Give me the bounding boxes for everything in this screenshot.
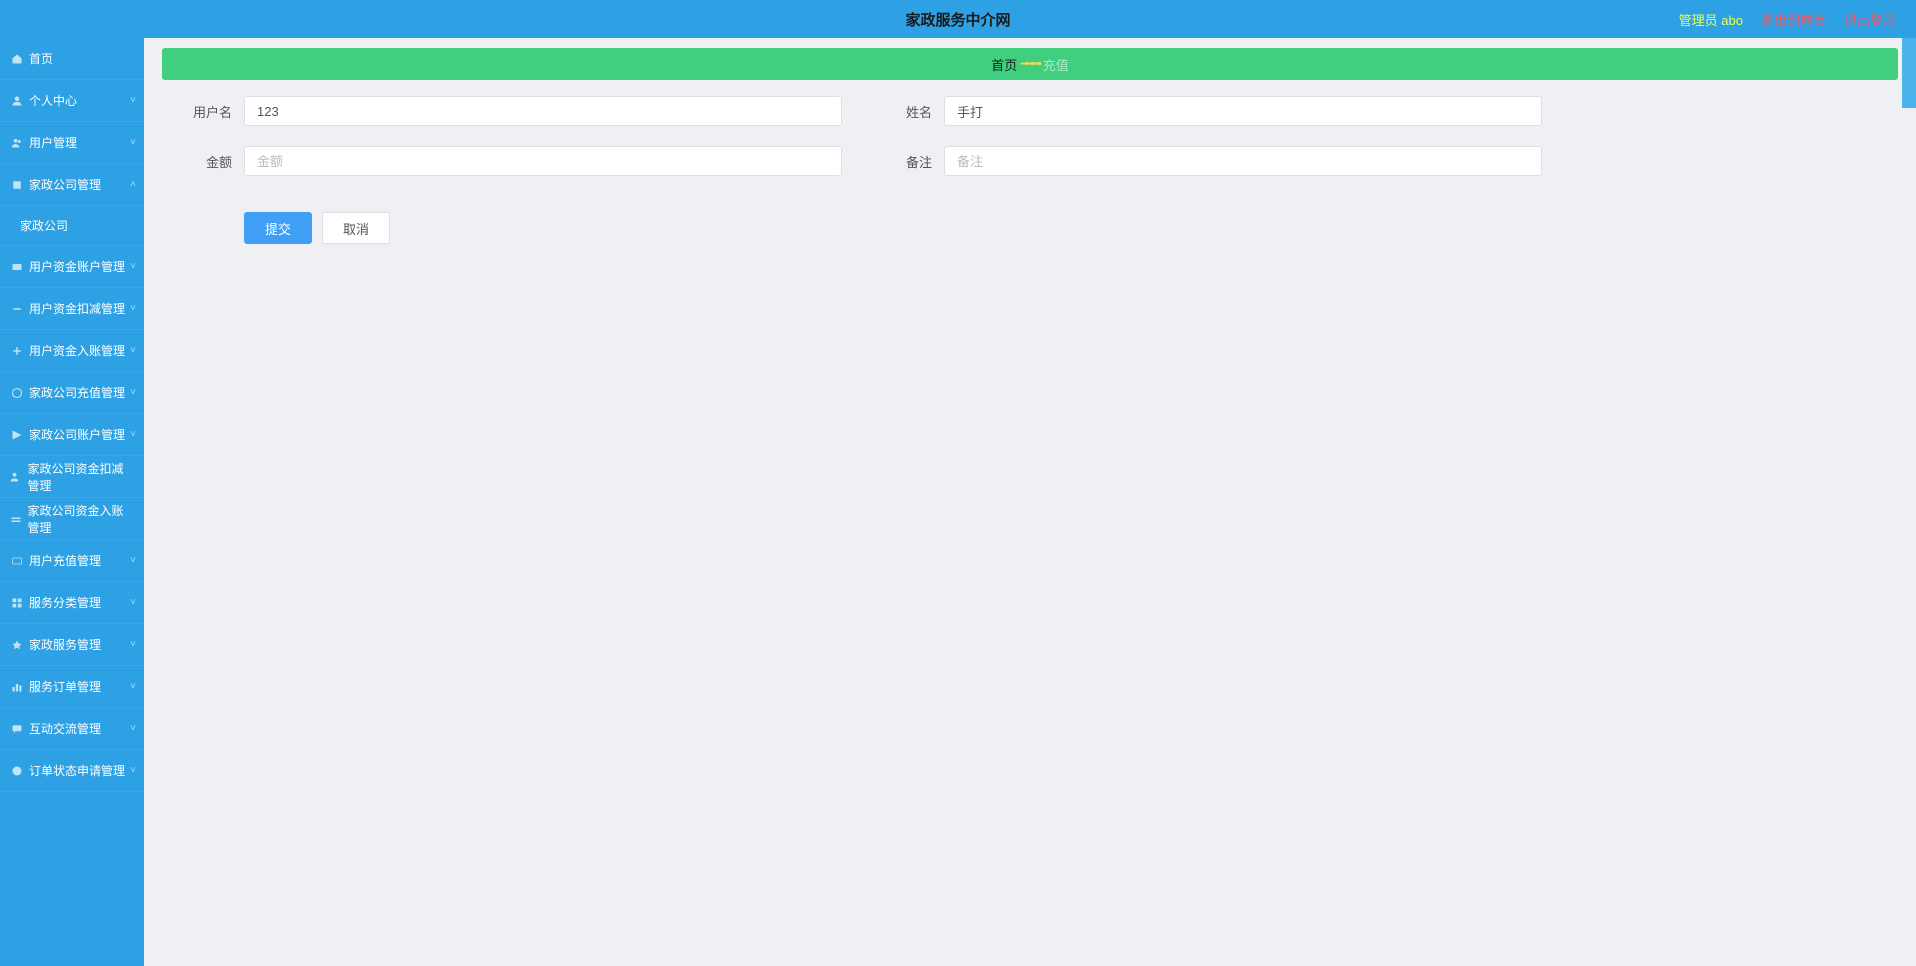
- breadcrumb-current: 充值: [1043, 55, 1069, 74]
- username-label: 用户名: [182, 102, 232, 121]
- card-icon: [10, 554, 24, 568]
- chevron-down-icon: ˅: [130, 723, 136, 734]
- chevron-down-icon: ˅: [130, 303, 136, 314]
- form-row-remark: 备注: [882, 146, 1542, 176]
- sidebar-sub-item-company[interactable]: 家政公司: [0, 206, 144, 246]
- sidebar-item-label: 订单状态申请管理: [29, 762, 125, 779]
- service-icon: [10, 638, 24, 652]
- form-row-name: 姓名: [882, 96, 1542, 126]
- chevron-down-icon: ˅: [130, 137, 136, 148]
- chevron-down-icon: ˅: [130, 95, 136, 106]
- sidebar-item-company-account[interactable]: 家政公司账户管理 ˅: [0, 414, 144, 456]
- sidebar-item-user-manage[interactable]: 用户管理 ˅: [0, 122, 144, 164]
- chevron-down-icon: ˅: [130, 261, 136, 272]
- sidebar-item-label: 服务分类管理: [29, 594, 101, 611]
- sidebar-item-company-fund-deduct[interactable]: 家政公司资金扣减管理: [0, 456, 144, 498]
- sidebar-item-label: 用户管理: [29, 134, 77, 151]
- company-icon: [10, 178, 24, 192]
- name-label: 姓名: [882, 102, 932, 121]
- sidebar-item-label: 家政公司资金入账管理: [27, 502, 134, 536]
- header-actions: 管理员 abo 退出到前台 退出登录: [1679, 10, 1896, 29]
- chevron-down-icon: ˅: [130, 387, 136, 398]
- sidebar-item-user-recharge[interactable]: 用户充值管理 ˅: [0, 540, 144, 582]
- chevron-down-icon: ˅: [130, 597, 136, 608]
- status-icon: [10, 764, 24, 778]
- chevron-down-icon: ˅: [130, 639, 136, 650]
- remark-input[interactable]: [944, 146, 1542, 176]
- form-actions: 提交 取消: [182, 212, 1878, 244]
- form: 用户名 姓名 金额 备注 提交 取消: [162, 96, 1898, 244]
- chevron-down-icon: ˅: [130, 765, 136, 776]
- grid-icon: [10, 596, 24, 610]
- to-front-link[interactable]: 退出到前台: [1761, 10, 1826, 29]
- user-icon: [10, 94, 24, 108]
- form-row-username: 用户名: [182, 96, 842, 126]
- sidebar-item-label: 服务订单管理: [29, 678, 101, 695]
- sidebar-item-label: 用户充值管理: [29, 552, 101, 569]
- sidebar-item-order-manage[interactable]: 服务订单管理 ˅: [0, 666, 144, 708]
- sidebar-item-interact-manage[interactable]: 互动交流管理 ˅: [0, 708, 144, 750]
- chevron-down-icon: ˅: [130, 345, 136, 356]
- form-row-amount: 金额: [182, 146, 842, 176]
- account-icon: [10, 428, 24, 442]
- breadcrumb: 首页 ╼╼╼ 充值: [162, 48, 1898, 80]
- recharge-icon: [10, 386, 24, 400]
- sidebar-item-label: 家政公司账户管理: [29, 426, 125, 443]
- sidebar-item-service-manage[interactable]: 家政服务管理 ˅: [0, 624, 144, 666]
- username-input[interactable]: [244, 96, 842, 126]
- sidebar-item-label: 家政服务管理: [29, 636, 101, 653]
- chevron-down-icon: ˅: [130, 429, 136, 440]
- chevron-down-icon: ˅: [130, 681, 136, 692]
- sidebar-item-user-fund-add[interactable]: 用户资金入账管理 ˅: [0, 330, 144, 372]
- userplus-icon: [10, 512, 22, 526]
- sidebar-item-label: 个人中心: [29, 92, 77, 109]
- breadcrumb-home[interactable]: 首页: [991, 55, 1017, 74]
- userminus-icon: [10, 470, 22, 484]
- sidebar-item-label: 家政公司充值管理: [29, 384, 125, 401]
- cancel-button[interactable]: 取消: [322, 212, 390, 244]
- sidebar-item-label: 首页: [29, 50, 53, 67]
- chart-icon: [10, 680, 24, 694]
- sidebar-item-label: 家政公司资金扣减管理: [27, 460, 134, 494]
- amount-label: 金额: [182, 152, 232, 171]
- plus-icon: [10, 344, 24, 358]
- sidebar-item-home[interactable]: 首页: [0, 38, 144, 80]
- chevron-up-icon: ˄: [130, 179, 136, 190]
- app-title: 家政服务中介网: [905, 9, 1010, 30]
- sidebar-item-label: 用户资金扣减管理: [29, 300, 125, 317]
- sidebar-item-company[interactable]: 家政公司管理 ˄: [0, 164, 144, 206]
- chevron-down-icon: ˅: [130, 555, 136, 566]
- sidebar-sub-label: 家政公司: [20, 217, 68, 234]
- sidebar-item-order-status[interactable]: 订单状态申请管理 ˅: [0, 750, 144, 792]
- scrollbar-thumb[interactable]: [1902, 38, 1916, 108]
- wallet-icon: [10, 260, 24, 274]
- sidebar-item-label: 家政公司管理: [29, 176, 101, 193]
- sidebar-item-user-fund-account[interactable]: 用户资金账户管理 ˅: [0, 246, 144, 288]
- amount-input[interactable]: [244, 146, 842, 176]
- remark-label: 备注: [882, 152, 932, 171]
- admin-label: 管理员 abo: [1679, 10, 1743, 29]
- main-content: 首页 ╼╼╼ 充值 用户名 姓名 金额 备注 提交 取消: [144, 38, 1916, 966]
- name-input[interactable]: [944, 96, 1542, 126]
- submit-button[interactable]: 提交: [244, 212, 312, 244]
- sidebar-item-profile[interactable]: 个人中心 ˅: [0, 80, 144, 122]
- sidebar-item-user-fund-deduct[interactable]: 用户资金扣减管理 ˅: [0, 288, 144, 330]
- logout-link[interactable]: 退出登录: [1844, 10, 1896, 29]
- chat-icon: [10, 722, 24, 736]
- users-icon: [10, 136, 24, 150]
- home-icon: [10, 52, 24, 66]
- sidebar-item-label: 用户资金账户管理: [29, 258, 125, 275]
- header-bar: 家政服务中介网 管理员 abo 退出到前台 退出登录: [0, 0, 1916, 38]
- minus-icon: [10, 302, 24, 316]
- sidebar-item-service-category[interactable]: 服务分类管理 ˅: [0, 582, 144, 624]
- sidebar: 首页 个人中心 ˅ 用户管理 ˅ 家政公司管理 ˄ 家政公司 用户资金账户管理 …: [0, 38, 144, 966]
- breadcrumb-sep-icon: ╼╼╼: [1021, 56, 1038, 72]
- sidebar-item-label: 互动交流管理: [29, 720, 101, 737]
- sidebar-item-label: 用户资金入账管理: [29, 342, 125, 359]
- sidebar-sub-company: 家政公司: [0, 206, 144, 246]
- sidebar-item-company-fund-add[interactable]: 家政公司资金入账管理: [0, 498, 144, 540]
- sidebar-item-company-recharge[interactable]: 家政公司充值管理 ˅: [0, 372, 144, 414]
